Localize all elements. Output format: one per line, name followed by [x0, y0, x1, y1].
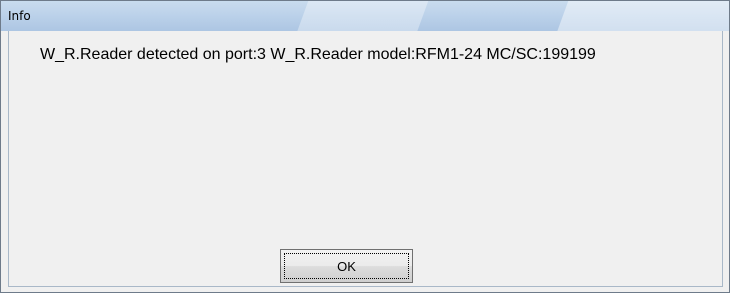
ok-button-label: OK: [284, 253, 409, 279]
title-bar[interactable]: Info: [1, 1, 729, 31]
dialog-message: W_R.Reader detected on port:3 W_R.Reader…: [40, 46, 596, 63]
ok-button[interactable]: OK: [280, 249, 413, 283]
title-bar-sheen: [550, 1, 729, 31]
window-title: Info: [8, 9, 31, 23]
title-bar-sheen: [290, 1, 432, 31]
info-dialog-window: Info W_R.Reader detected on port:3 W_R.R…: [0, 0, 730, 293]
